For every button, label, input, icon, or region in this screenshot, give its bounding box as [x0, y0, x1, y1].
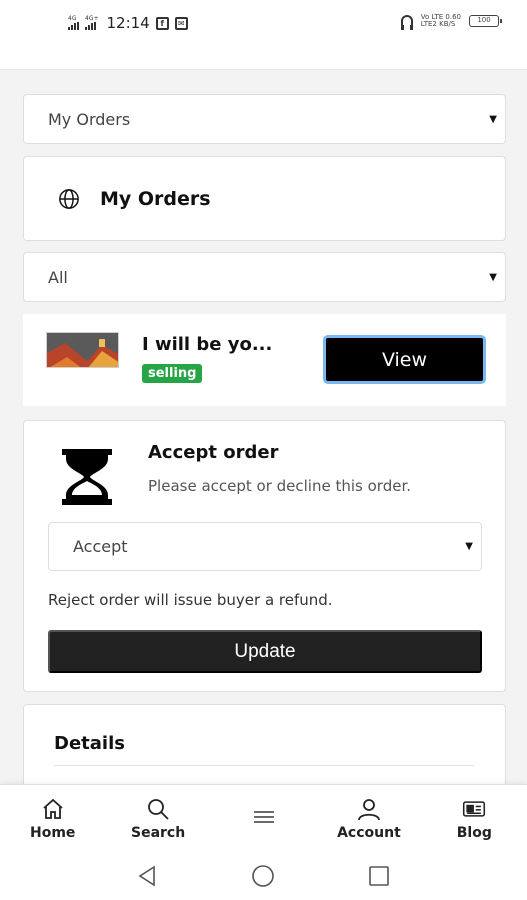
blog-icon — [463, 800, 486, 817]
headphone-icon — [400, 15, 413, 30]
nav-item-search[interactable]: Search — [105, 785, 210, 852]
signal-bars-icon — [85, 22, 99, 30]
signal-bars-icon — [68, 22, 79, 30]
system-nav-bar — [0, 852, 527, 900]
caret-down-icon: ▼ — [489, 113, 497, 125]
search-icon — [148, 798, 169, 820]
page-select[interactable]: My Orders ▼ — [23, 94, 506, 144]
page-title: My Orders — [100, 187, 211, 210]
account-icon — [358, 798, 380, 820]
accept-order-title: Accept order — [148, 442, 279, 463]
nav-item-menu[interactable] — [211, 785, 316, 852]
hourglass-icon — [62, 449, 112, 505]
net-speed-bottom: LTE2 KB/S — [420, 20, 456, 28]
nav-label-blog: Blog — [456, 824, 492, 841]
signal-indicator-1: 4G — [68, 16, 79, 30]
status-time: 12:14 — [106, 14, 150, 32]
caret-down-icon: ▼ — [489, 271, 497, 283]
order-thumbnail[interactable] — [46, 332, 119, 368]
battery-icon: 100 — [469, 15, 502, 27]
home-circle-icon[interactable] — [251, 864, 275, 888]
nav-label-account: Account — [337, 824, 401, 841]
view-button[interactable]: View — [323, 335, 486, 384]
filter-select[interactable]: All ▼ — [23, 252, 506, 302]
network-speed: Vo LTE 0.60 LTE2 KB/S — [421, 14, 461, 28]
nav-label-home: Home — [29, 824, 76, 841]
nav-item-account[interactable]: Account — [316, 785, 421, 852]
filter-select-value: All — [48, 267, 68, 287]
status-right: Vo LTE 0.60 LTE2 KB/S 100 — [400, 14, 502, 30]
details-title: Details — [54, 733, 125, 754]
divider — [54, 765, 474, 766]
accept-select-value: Accept — [73, 537, 128, 556]
mail-icon: ✉ — [174, 16, 188, 30]
refund-note: Reject order will issue buyer a refund. — [48, 591, 333, 609]
recents-icon[interactable] — [367, 864, 391, 888]
order-name[interactable]: I will be yo... — [142, 334, 272, 355]
bottom-nav: Home Search Account Blog — [0, 784, 527, 852]
page-select-value: My Orders — [48, 109, 131, 129]
nav-label-search: Search — [131, 824, 186, 841]
battery-level: 100 — [477, 16, 491, 24]
status-badge: selling — [142, 364, 203, 383]
nav-item-home[interactable]: Home — [0, 785, 105, 852]
order-row: I will be yo... selling View — [23, 314, 506, 406]
accept-order-subtitle: Please accept or decline this order. — [148, 477, 412, 495]
page-header: My Orders — [23, 156, 506, 241]
accept-decision-select[interactable]: Accept ▼ — [48, 522, 482, 571]
caret-down-icon: ▼ — [465, 541, 473, 552]
menu-icon — [253, 810, 274, 823]
order-thumbnail-image — [47, 333, 118, 367]
accept-order-card: Accept order Please accept or decline th… — [23, 420, 506, 692]
home-icon — [43, 798, 63, 819]
status-left: 4G 4G+ 12:14 f ✉ — [68, 14, 188, 32]
update-button[interactable]: Update — [48, 630, 482, 673]
signal-indicator-2: 4G+ — [85, 16, 99, 30]
globe-icon — [59, 188, 79, 209]
facebook-icon: f — [155, 16, 169, 30]
status-bar: 4G 4G+ 12:14 f ✉ Vo LTE 0.60 LTE2 KB/S 1… — [0, 0, 527, 70]
nav-item-blog[interactable]: Blog — [422, 785, 527, 852]
back-icon[interactable] — [136, 864, 160, 888]
